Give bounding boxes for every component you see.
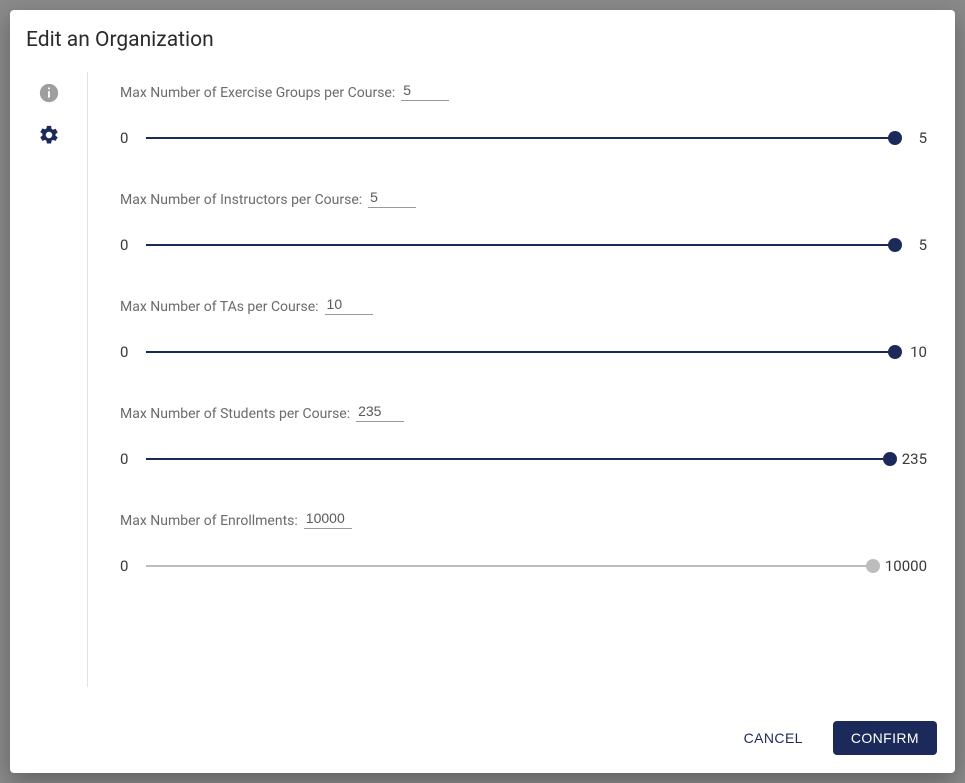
max-number-of-students-per-course-slider-track[interactable] (146, 452, 890, 466)
max-number-of-students-per-course-slider-fill (146, 458, 890, 460)
max-number-of-instructors-per-course-label-row: Max Number of Instructors per Course: (120, 189, 927, 208)
max-number-of-enrollments-slider-fill (146, 565, 873, 567)
max-number-of-enrollments-slider: 0 10000 (120, 557, 927, 575)
max-number-of-enrollments-group: Max Number of Enrollments: 0 10000 (120, 510, 927, 575)
max-number-of-instructors-per-course-slider-thumb[interactable] (888, 238, 902, 252)
gear-icon (38, 124, 60, 146)
settings-tab[interactable] (38, 124, 60, 146)
max-number-of-instructors-per-course-slider-min: 0 (120, 236, 134, 254)
max-number-of-students-per-course-slider-min: 0 (120, 450, 134, 468)
side-tabs (10, 72, 88, 687)
info-icon (38, 82, 60, 104)
edit-organization-dialog: Edit an Organization Max Number of Exerc… (10, 10, 955, 773)
max-number-of-tas-per-course-slider-track[interactable] (146, 345, 895, 359)
max-number-of-instructors-per-course-slider: 05 (120, 236, 927, 254)
dialog-body: Max Number of Exercise Groups per Course… (10, 62, 955, 707)
max-number-of-tas-per-course-slider-max: 10 (907, 343, 927, 361)
max-number-of-instructors-per-course-slider-fill (146, 244, 895, 246)
confirm-button[interactable]: Confirm (833, 721, 937, 755)
max-number-of-tas-per-course-group: Max Number of TAs per Course: 0 10 (120, 296, 927, 361)
max-number-of-instructors-per-course-label: Max Number of Instructors per Course: (120, 192, 362, 208)
dialog-title: Edit an Organization (10, 10, 955, 62)
max-number-of-instructors-per-course-slider-track[interactable] (146, 238, 895, 252)
max-number-of-enrollments-slider-max: 10000 (885, 557, 927, 575)
max-number-of-enrollments-slider-thumb (866, 559, 880, 573)
max-number-of-enrollments-slider-min: 0 (120, 557, 134, 575)
max-number-of-enrollments-slider-track (146, 559, 873, 573)
max-number-of-exercise-groups-per-course-slider-fill (146, 137, 895, 139)
max-number-of-exercise-groups-per-course-label: Max Number of Exercise Groups per Course… (120, 85, 395, 101)
max-number-of-instructors-per-course-slider-max: 5 (907, 236, 927, 254)
max-number-of-exercise-groups-per-course-slider-min: 0 (120, 129, 134, 147)
max-number-of-tas-per-course-slider-thumb[interactable] (888, 345, 902, 359)
max-number-of-instructors-per-course-input[interactable] (368, 189, 416, 208)
max-number-of-tas-per-course-slider: 0 10 (120, 343, 927, 361)
max-number-of-exercise-groups-per-course-group: Max Number of Exercise Groups per Course… (120, 82, 927, 147)
max-number-of-enrollments-label-row: Max Number of Enrollments: (120, 510, 927, 529)
max-number-of-exercise-groups-per-course-label-row: Max Number of Exercise Groups per Course… (120, 82, 927, 101)
max-number-of-tas-per-course-slider-fill (146, 351, 895, 353)
max-number-of-students-per-course-label: Max Number of Students per Course: (120, 406, 350, 422)
max-number-of-students-per-course-group: Max Number of Students per Course: 0 235 (120, 403, 927, 468)
max-number-of-students-per-course-slider-max: 235 (902, 450, 927, 468)
max-number-of-exercise-groups-per-course-slider: 05 (120, 129, 927, 147)
max-number-of-students-per-course-slider-thumb[interactable] (883, 452, 897, 466)
dialog-content: Max Number of Exercise Groups per Course… (98, 72, 955, 707)
info-tab[interactable] (38, 82, 60, 104)
cancel-button[interactable]: Cancel (726, 721, 821, 755)
max-number-of-enrollments-label: Max Number of Enrollments: (120, 513, 298, 529)
max-number-of-tas-per-course-label-row: Max Number of TAs per Course: (120, 296, 927, 315)
max-number-of-exercise-groups-per-course-input[interactable] (401, 82, 449, 101)
max-number-of-exercise-groups-per-course-slider-track[interactable] (146, 131, 895, 145)
max-number-of-exercise-groups-per-course-slider-thumb[interactable] (888, 131, 902, 145)
max-number-of-exercise-groups-per-course-slider-max: 5 (907, 129, 927, 147)
max-number-of-tas-per-course-slider-min: 0 (120, 343, 134, 361)
max-number-of-students-per-course-label-row: Max Number of Students per Course: (120, 403, 927, 422)
max-number-of-tas-per-course-input[interactable] (325, 296, 373, 315)
max-number-of-students-per-course-slider: 0 235 (120, 450, 927, 468)
max-number-of-enrollments-input[interactable] (304, 510, 352, 529)
max-number-of-instructors-per-course-group: Max Number of Instructors per Course:05 (120, 189, 927, 254)
max-number-of-students-per-course-input[interactable] (356, 403, 404, 422)
dialog-actions: Cancel Confirm (10, 707, 955, 773)
max-number-of-tas-per-course-label: Max Number of TAs per Course: (120, 299, 319, 315)
